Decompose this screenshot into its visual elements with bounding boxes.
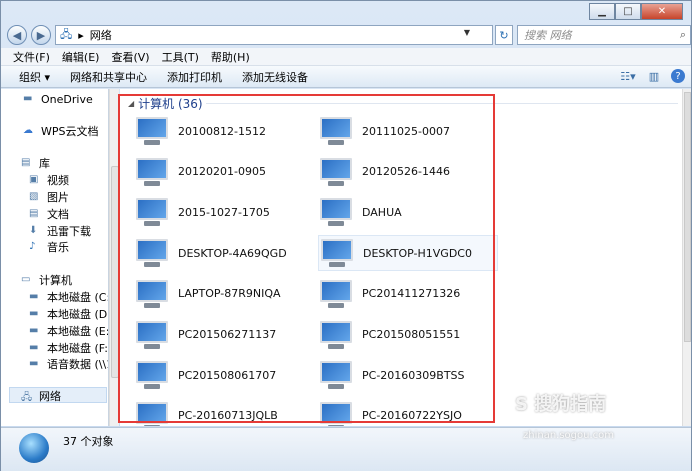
sidebar-item-label: 计算机 bbox=[39, 274, 72, 287]
cloud-icon: ☁ bbox=[23, 125, 33, 136]
drive-icon: ▬ bbox=[29, 342, 39, 353]
address-location: 网络 bbox=[89, 29, 112, 42]
sidebar-item[interactable]: ▤ 文档 bbox=[29, 206, 69, 222]
sidebar-item-label: 网络 bbox=[39, 390, 61, 403]
drive-icon: ▬ bbox=[29, 308, 39, 319]
sidebar-item-label: 本地磁盘 (F:) bbox=[47, 342, 109, 355]
sidebar-item[interactable]: ⬇ 迅雷下载 bbox=[29, 223, 91, 239]
menu-edit[interactable]: 编辑(E) bbox=[62, 49, 100, 65]
menu-tools[interactable]: 工具(T) bbox=[162, 49, 199, 65]
menu-help[interactable]: 帮助(H) bbox=[211, 49, 250, 65]
sidebar-item[interactable]: ▬ 本地磁盘 (E:) bbox=[29, 323, 109, 339]
menu-bar: 文件(F) 编辑(E) 查看(V) 工具(T) 帮助(H) bbox=[1, 48, 691, 66]
search-placeholder: 搜索 网络 bbox=[524, 29, 572, 42]
sidebar-item[interactable]: ▭ 计算机 bbox=[21, 272, 72, 288]
menu-file[interactable]: 文件(F) bbox=[13, 49, 50, 65]
watermark: S 搜狗指南 zhinan.sogou.com bbox=[515, 390, 685, 450]
download-icon: ⬇ bbox=[29, 225, 38, 236]
sidebar-item[interactable]: ▧ 图片 bbox=[29, 189, 69, 205]
preview-pane-icon[interactable]: ▥ bbox=[645, 68, 663, 84]
back-button[interactable]: ◀ bbox=[7, 25, 27, 45]
sidebar-item[interactable]: 🖧 网络 bbox=[21, 388, 61, 404]
folder-icon: ▬ bbox=[23, 93, 33, 104]
music-icon: ♪ bbox=[29, 241, 36, 252]
add-printer-button[interactable]: 添加打印机 bbox=[167, 69, 222, 85]
organize-button[interactable]: 组织 ▾ bbox=[19, 69, 50, 85]
forward-button[interactable]: ▶ bbox=[31, 25, 51, 45]
sidebar-item-label: 音乐 bbox=[47, 241, 69, 254]
address-bar[interactable]: 🖧 ▸ 网络 ▼ bbox=[55, 25, 493, 45]
explorer-window: ▁ □ ✕ ◀ ▶ 🖧 ▸ 网络 ▼ ↻ 搜索 网络 ⌕ 文件(F) 编辑(E)… bbox=[0, 0, 692, 471]
view-options-icon[interactable]: ☷▾ bbox=[619, 68, 637, 84]
content-scroll-thumb[interactable] bbox=[684, 92, 691, 342]
search-input[interactable]: 搜索 网络 ⌕ bbox=[517, 25, 691, 45]
network-center-button[interactable]: 网络和共享中心 bbox=[70, 69, 147, 85]
content-scrollbar[interactable] bbox=[682, 89, 691, 426]
sidebar-item-label: 库 bbox=[39, 157, 50, 170]
library-icon: ▤ bbox=[21, 157, 31, 168]
watermark-url: zhinan.sogou.com bbox=[523, 430, 615, 441]
sidebar-item-label: 语音数据 (\\192. bbox=[47, 358, 108, 371]
video-icon: ▣ bbox=[29, 174, 39, 185]
sidebar-item[interactable]: ▬ OneDrive bbox=[23, 91, 93, 107]
drive-icon: ▬ bbox=[29, 325, 39, 336]
document-icon: ▤ bbox=[29, 208, 39, 219]
sidebar-item[interactable]: ♪ 音乐 bbox=[29, 239, 69, 255]
sidebar-item-label: OneDrive bbox=[41, 92, 93, 106]
sidebar-item-label: WPS云文档 bbox=[41, 125, 99, 138]
network-icon: 🖧 bbox=[60, 27, 73, 41]
close-button[interactable]: ✕ bbox=[641, 3, 683, 20]
highlight-box bbox=[118, 94, 495, 423]
help-icon[interactable]: ? bbox=[671, 69, 685, 83]
network-icon: 🖧 bbox=[21, 392, 33, 403]
maximize-button[interactable]: □ bbox=[615, 3, 641, 20]
sidebar-item[interactable]: ☁ WPS云文档 bbox=[23, 123, 99, 139]
refresh-button[interactable]: ↻ bbox=[495, 25, 513, 45]
command-bar: 组织 ▾ 网络和共享中心 添加打印机 添加无线设备 ☷▾ ▥ ? bbox=[1, 66, 691, 88]
sidebar-item-label: 本地磁盘 (C:) bbox=[47, 291, 109, 304]
network-drive-icon: ▬ bbox=[29, 358, 39, 369]
drive-icon: ▬ bbox=[29, 291, 39, 302]
sidebar-item-label: 迅雷下载 bbox=[47, 225, 91, 238]
address-dropdown-icon[interactable]: ▼ bbox=[464, 28, 470, 37]
network-globe-icon bbox=[19, 433, 49, 463]
minimize-button[interactable]: ▁ bbox=[589, 3, 615, 20]
computer-icon: ▭ bbox=[21, 274, 31, 285]
menu-view[interactable]: 查看(V) bbox=[111, 49, 149, 65]
picture-icon: ▧ bbox=[29, 191, 39, 202]
search-icon: ⌕ bbox=[679, 28, 686, 41]
sidebar-item[interactable]: ▣ 视频 bbox=[29, 172, 69, 188]
sidebar-item[interactable]: ▬ 语音数据 (\\192. bbox=[29, 356, 108, 372]
navigation-pane: ▬ OneDrive ☁ WPS云文档 ▤ 库 ▣ 视频 ▧ 图片 ▤ 文档 ⬇ 迅雷下载 ♪ 音乐 ▭ 计算机 ▬… bbox=[1, 89, 109, 426]
sidebar-item-label: 图片 bbox=[47, 191, 69, 204]
sidebar-item[interactable]: ▬ 本地磁盘 (C:) bbox=[29, 289, 109, 305]
title-bar[interactable]: ▁ □ ✕ bbox=[1, 1, 691, 21]
add-wireless-button[interactable]: 添加无线设备 bbox=[242, 69, 308, 85]
sidebar-item-label: 视频 bbox=[47, 174, 69, 187]
object-count: 37 个对象 bbox=[63, 435, 114, 448]
sidebar-item-label: 本地磁盘 (D:) bbox=[47, 308, 109, 321]
watermark-logo: S 搜狗指南 bbox=[515, 394, 607, 415]
sidebar-item[interactable]: ▤ 库 bbox=[21, 155, 50, 171]
sidebar-item-label: 本地磁盘 (E:) bbox=[47, 325, 109, 338]
sidebar-item[interactable]: ▬ 本地磁盘 (F:) bbox=[29, 340, 109, 356]
sidebar-item-label: 文档 bbox=[47, 208, 69, 221]
address-row: ◀ ▶ 🖧 ▸ 网络 ▼ ↻ 搜索 网络 ⌕ bbox=[7, 23, 691, 47]
sidebar-item[interactable]: ▬ 本地磁盘 (D:) bbox=[29, 306, 109, 322]
path-separator: ▸ bbox=[78, 28, 84, 42]
